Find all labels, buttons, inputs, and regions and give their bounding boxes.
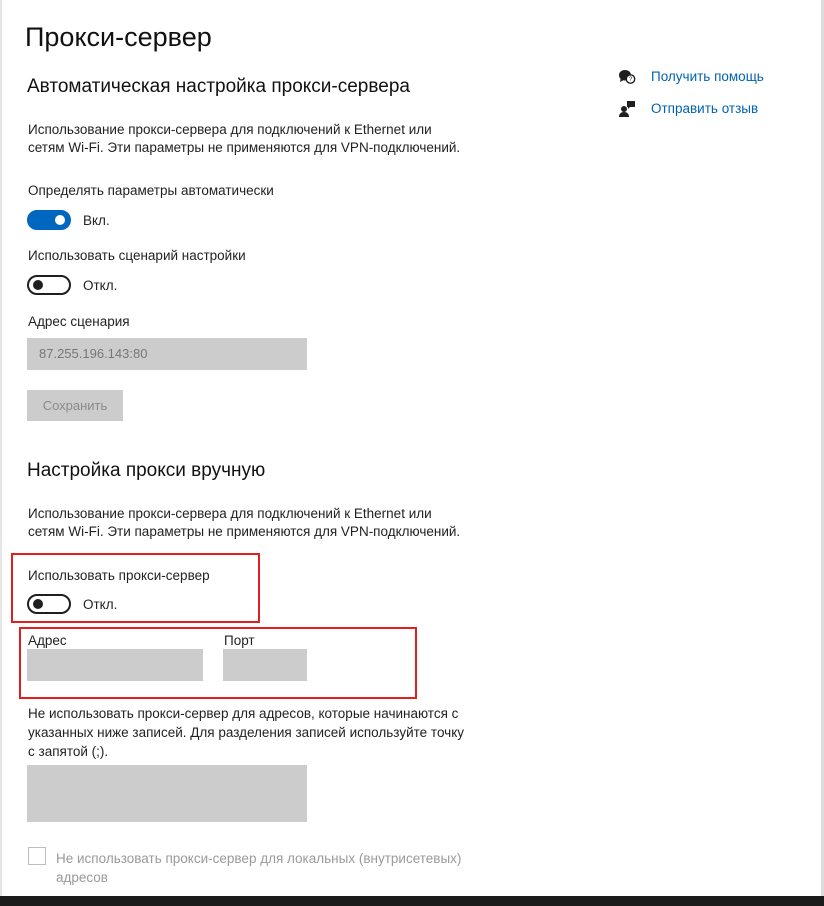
help-chat-icon: ? [619,70,636,84]
local-bypass-label: Не использовать прокси-сервер для локаль… [56,851,462,885]
setup-script-label: Использовать сценарий настройки [28,248,246,263]
toggle-knob [33,280,43,290]
port-label: Порт [224,633,255,648]
detect-settings-toggle[interactable] [27,210,71,230]
address-input[interactable] [27,649,203,681]
use-proxy-toggle[interactable] [27,594,71,614]
detect-settings-label: Определять параметры автоматически [28,183,274,198]
detect-settings-state: Вкл. [83,213,110,228]
setup-script-state: Откл. [83,278,118,293]
script-address-label: Адрес сценария [28,314,130,329]
manual-setup-heading: Настройка прокси вручную [27,460,266,481]
send-feedback-link[interactable]: Отправить отзыв [651,101,758,116]
script-address-value: 87.255.196.143:80 [39,346,148,361]
exceptions-input[interactable] [27,765,307,822]
script-address-input[interactable]: 87.255.196.143:80 [27,338,307,370]
port-input[interactable] [223,649,307,681]
get-help-link[interactable]: Получить помощь [651,69,764,84]
toggle-knob [55,215,65,225]
window-left-edge [0,0,2,896]
save-button[interactable]: Сохранить [27,390,123,421]
manual-setup-description: Использование прокси-сервера для подключ… [28,506,461,539]
exceptions-description: Не использовать прокси-сервер для адресо… [28,706,465,759]
use-proxy-state: Откл. [83,597,118,612]
page-title: Прокси-сервер [25,22,212,52]
feedback-person-icon [619,101,635,117]
use-proxy-label: Использовать прокси-сервер [28,568,210,583]
address-label: Адрес [28,633,67,648]
auto-setup-description: Использование прокси-сервера для подключ… [28,122,461,155]
setup-script-toggle[interactable] [27,275,71,295]
auto-setup-heading: Автоматическая настройка прокси-сервера [27,76,410,97]
toggle-knob [33,599,43,609]
local-bypass-checkbox[interactable] [28,847,46,865]
taskbar-edge [0,896,824,906]
